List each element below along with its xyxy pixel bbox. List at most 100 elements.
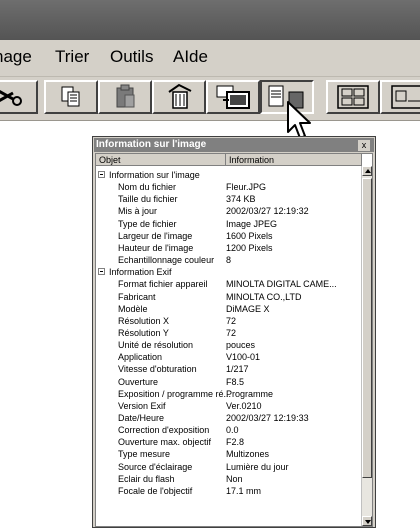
- close-icon[interactable]: x: [357, 139, 371, 152]
- list-item[interactable]: Résolution Y 72: [96, 327, 362, 339]
- list-item[interactable]: Unité de résolution pouces: [96, 339, 362, 351]
- item-value: 374 KB: [226, 194, 256, 205]
- item-name: Résolution X: [118, 315, 170, 326]
- column-header-information[interactable]: Information: [226, 154, 362, 166]
- scroll-up-button[interactable]: [362, 166, 372, 176]
- paste-button[interactable]: [98, 80, 152, 114]
- item-value: F2.8: [226, 437, 245, 448]
- item-name: Focale de l'objectif: [118, 485, 193, 496]
- item-name: Application: [118, 352, 163, 363]
- list-item[interactable]: Eclair du flash Non: [96, 473, 362, 485]
- list-item[interactable]: Résolution X 72: [96, 315, 362, 327]
- list-item[interactable]: Format fichier appareil MINOLTA DIGITAL C…: [96, 278, 362, 290]
- item-name: Type mesure: [118, 449, 171, 460]
- dialog-title: Information sur l'image: [96, 139, 207, 150]
- item-name: Exposition / programme ré...: [118, 388, 232, 399]
- clipboard-icon: [116, 84, 135, 108]
- scroll-thumb[interactable]: [362, 178, 372, 478]
- menu-image[interactable]: nage: [0, 47, 32, 67]
- item-name: Date/Heure: [118, 413, 165, 423]
- list-item[interactable]: Modèle DiMAGE X: [96, 303, 362, 315]
- item-name: Largeur de l'image: [118, 230, 193, 241]
- thumbnail-view-button[interactable]: [326, 80, 380, 114]
- scroll-down-button[interactable]: [362, 516, 372, 526]
- list-item[interactable]: Echantillonnage couleur 8: [96, 254, 362, 266]
- item-name: Ouverture max. objectif: [118, 437, 212, 448]
- list-item[interactable]: Version Exif Ver.0210: [96, 400, 362, 412]
- item-value: 1/217: [226, 364, 249, 375]
- dialog-title-bar: Information sur l'image x: [94, 138, 374, 152]
- item-name: Eclair du flash: [118, 473, 175, 484]
- list-item[interactable]: Fabricant MINOLTA CO.,LTD: [96, 291, 362, 303]
- app-title-bar: [0, 0, 420, 40]
- item-name: Mis à jour: [118, 206, 158, 217]
- item-value: Multizones: [226, 449, 270, 460]
- item-name: Source d'éclairage: [118, 461, 193, 472]
- copy-icon: [61, 86, 80, 107]
- item-value: MINOLTA CO.,LTD: [226, 291, 302, 302]
- item-value: Programme: [226, 388, 274, 399]
- item-value: Lumière du jour: [226, 461, 289, 472]
- detail-view-button[interactable]: [380, 80, 420, 114]
- item-value: 2002/03/27 12:19:33: [226, 413, 309, 423]
- item-name: Echantillonnage couleur: [118, 255, 215, 266]
- list-item[interactable]: Application V100-01: [96, 351, 362, 363]
- item-value: DiMAGE X: [226, 303, 270, 314]
- item-value: 1600 Pixels: [226, 230, 273, 241]
- item-name: Information sur l'image: [109, 170, 200, 180]
- list-item[interactable]: Type mesure Multizones: [96, 448, 362, 460]
- item-value: V100-01: [226, 352, 261, 363]
- item-name: Version Exif: [118, 400, 166, 411]
- menu-outils[interactable]: Outils: [110, 47, 153, 67]
- list-item[interactable]: Correction d'exposition 0.0: [96, 424, 362, 436]
- list-item[interactable]: Focale de l'objectif 17.1 mm: [96, 485, 362, 497]
- menu-bar: nage Trier Outils AIde: [0, 40, 420, 77]
- group-row[interactable]: Information sur l'image: [96, 169, 362, 181]
- item-value: Ver.0210: [226, 400, 262, 411]
- item-value: Non: [226, 473, 243, 484]
- delete-button[interactable]: [152, 80, 206, 114]
- list-item[interactable]: Mis à jour 2002/03/27 12:19:32: [96, 205, 362, 217]
- column-header-objet[interactable]: Objet: [96, 154, 226, 166]
- item-value: 0.0: [226, 425, 239, 436]
- list-item[interactable]: Ouverture max. objectif F2.8: [96, 436, 362, 448]
- image-info-dialog: Information sur l'image x Objet Informat…: [92, 136, 376, 528]
- vertical-scrollbar[interactable]: [361, 166, 372, 526]
- item-name: Ouverture: [118, 376, 159, 387]
- list-item[interactable]: Largeur de l'image 1600 Pixels: [96, 230, 362, 242]
- item-value: 2002/03/27 12:19:32: [226, 206, 309, 217]
- menu-trier[interactable]: Trier: [55, 47, 89, 67]
- list-item[interactable]: Exposition / programme ré... Programme: [96, 388, 362, 400]
- item-value: 1200 Pixels: [226, 242, 273, 253]
- list-item[interactable]: Type de fichier Image JPEG: [96, 218, 362, 230]
- list-item[interactable]: Ouverture F8.5: [96, 376, 362, 388]
- list-item[interactable]: Source d'éclairage Lumière du jour: [96, 461, 362, 473]
- item-value: Image JPEG: [226, 218, 278, 229]
- slideshow-button[interactable]: [206, 80, 260, 114]
- info-list: Objet Information Information sur l'imag…: [95, 153, 373, 527]
- menu-aide[interactable]: AIde: [173, 47, 208, 67]
- item-name: Format fichier appareil: [118, 279, 208, 290]
- item-value: 8: [226, 255, 232, 266]
- item-name: Information Exif: [109, 267, 172, 278]
- slideshow-icon: [216, 85, 250, 109]
- list-item[interactable]: Nom du fichier Fleur.JPG: [96, 181, 362, 193]
- list-item[interactable]: Date/Heure 2002/03/27 12:19:33: [96, 412, 362, 424]
- list-item[interactable]: Hauteur de l'image 1200 Pixels: [96, 242, 362, 254]
- item-value: F8.5: [226, 376, 245, 387]
- cut-button[interactable]: [0, 80, 38, 114]
- item-name: Type de fichier: [118, 218, 177, 229]
- copy-button[interactable]: [44, 80, 98, 114]
- trash-icon: [168, 83, 192, 109]
- list-view-icon: [391, 85, 420, 109]
- group-row[interactable]: Information Exif: [96, 266, 362, 278]
- item-name: Nom du fichier: [118, 182, 177, 193]
- item-value: Fleur.JPG: [226, 182, 267, 193]
- list-item[interactable]: Taille du fichier 374 KB: [96, 193, 362, 205]
- item-name: Modèle: [118, 303, 148, 314]
- item-value: 17.1 mm: [226, 485, 262, 496]
- list-item[interactable]: Vitesse d'obturation 1/217: [96, 363, 362, 375]
- item-name: Correction d'exposition: [118, 425, 210, 436]
- item-name: Taille du fichier: [118, 194, 178, 205]
- item-value: 72: [226, 327, 237, 338]
